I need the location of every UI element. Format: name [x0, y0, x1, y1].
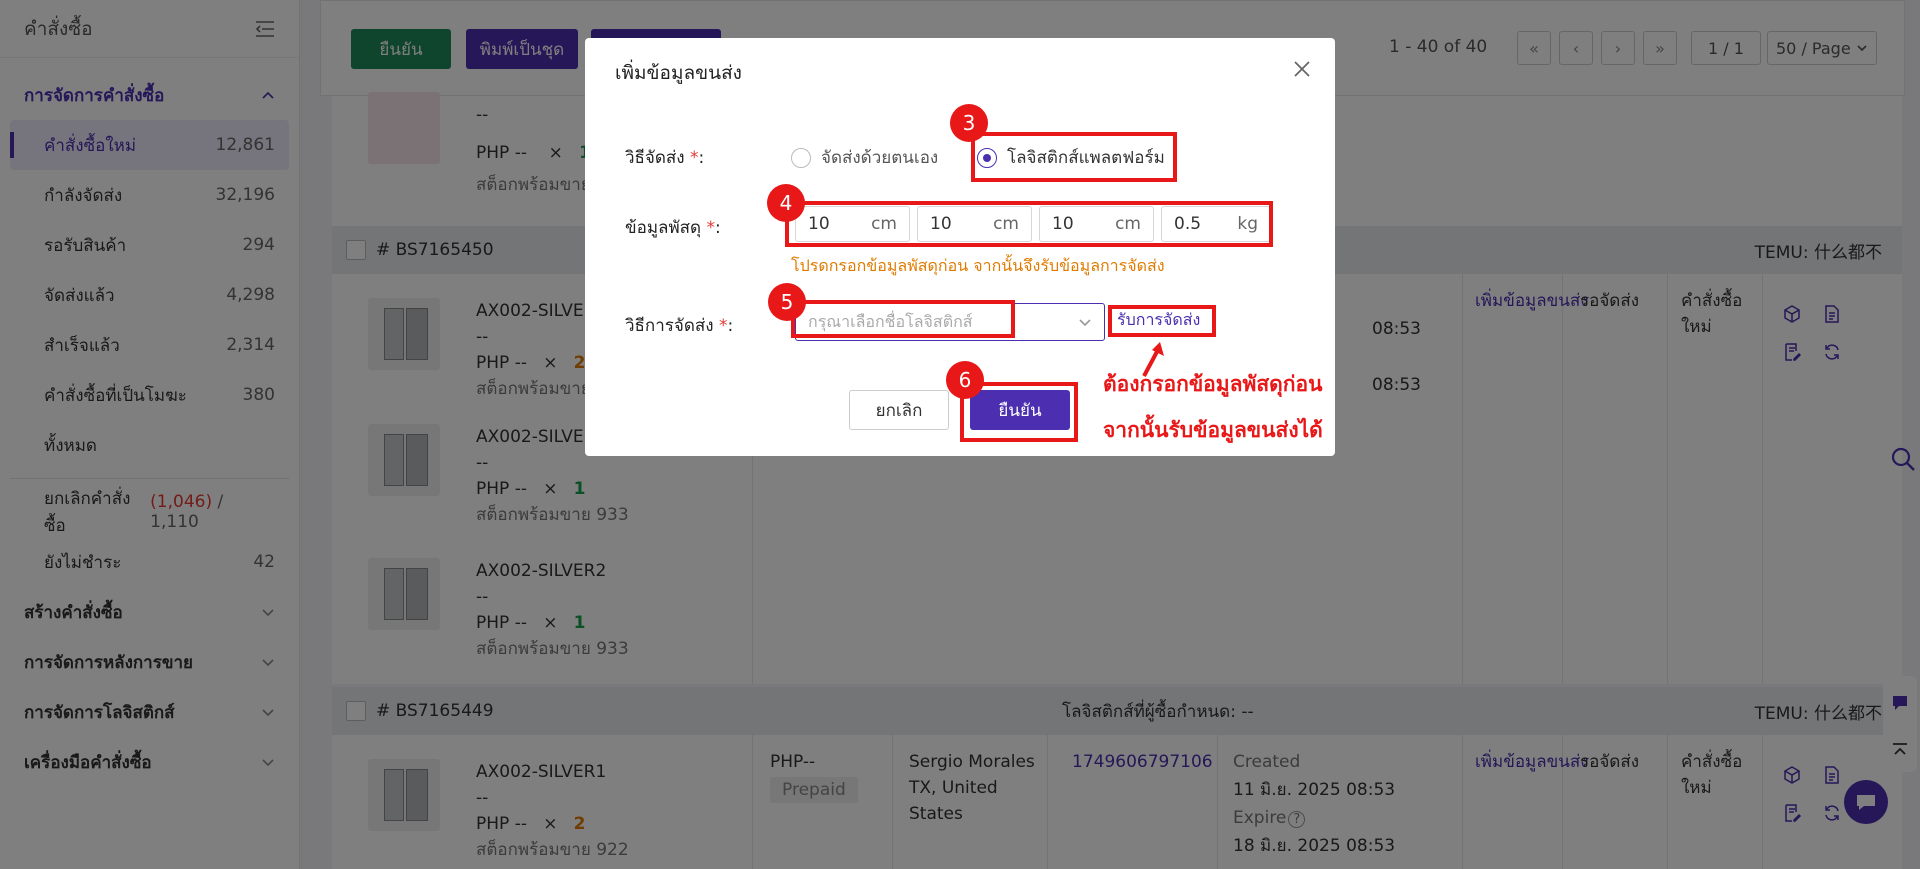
step-badge-3: 3	[950, 104, 988, 142]
close-icon[interactable]	[1293, 60, 1311, 78]
label-colon: :	[727, 316, 734, 336]
step-badge-4: 4	[767, 184, 805, 222]
carrier-label: วิธีการจัดส่ง *:	[625, 312, 733, 339]
radio-label: จัดส่งด้วยตนเอง	[821, 148, 939, 168]
step-badge-6: 6	[946, 361, 984, 399]
parcel-info-label: ข้อมูลพัสดุ *:	[625, 214, 721, 241]
label-text: ข้อมูลพัสดุ	[625, 218, 702, 238]
order-page: คำสั่งซื้อ การจัดการคำสั่งซื้อ คำสั่งซื้…	[0, 0, 1920, 869]
ship-method-label: วิธีจัดส่ง *:	[625, 144, 704, 171]
label-colon: :	[714, 218, 721, 238]
chevron-down-icon	[1079, 319, 1091, 327]
annotation-box-3	[971, 132, 1177, 182]
radio-circle	[791, 147, 811, 168]
required-mark: *	[690, 148, 699, 168]
label-colon: :	[698, 148, 705, 168]
annotation-box-5	[791, 300, 1015, 338]
step-badge-5: 5	[768, 283, 806, 321]
label-text: วิธีการจัดส่ง	[625, 316, 714, 336]
required-mark: *	[706, 218, 715, 238]
dialog-title: เพิ่มข้อมูลขนส่ง	[615, 62, 742, 84]
radio-self-ship[interactable]: จัดส่งด้วยตนเอง	[791, 144, 938, 171]
annotation-box-fetch	[1108, 305, 1216, 337]
cancel-button[interactable]: ยกเลิก	[849, 390, 949, 430]
label-text: วิธีจัดส่ง	[625, 148, 685, 168]
annotation-note-line2: จากนั้นรับข้อมูลขนส่งได้	[1103, 417, 1323, 442]
parcel-hint: โปรดกรอกข้อมูลพัสดุก่อน จากนั้นจึงรับข้อ…	[791, 256, 1165, 275]
annotation-box-4	[785, 201, 1273, 247]
annotation-note-line1: ต้องกรอกข้อมูลพัสดุก่อน	[1103, 371, 1323, 396]
